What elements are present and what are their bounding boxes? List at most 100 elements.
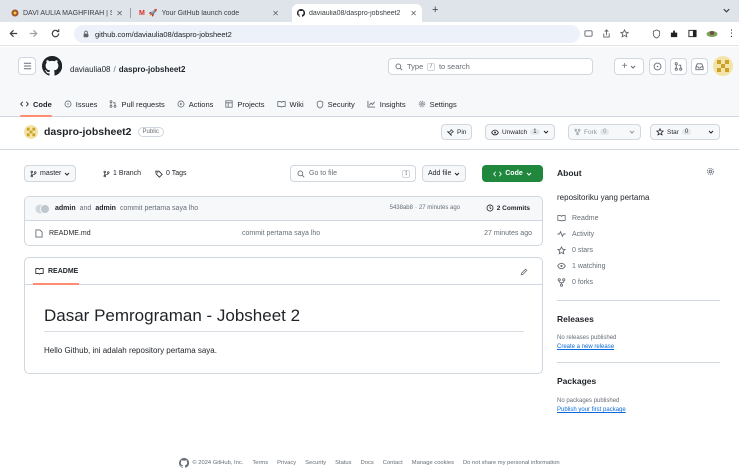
global-menu-button[interactable] [18,57,36,75]
tab-settings[interactable]: Settings [418,92,457,116]
tab-close-icon[interactable]: ✕ [116,9,123,18]
browser-menu-icon[interactable]: ⋮ [727,28,736,39]
footer-copyright: © 2024 GitHub, Inc. [179,458,243,468]
search-icon [297,170,305,178]
repo-name[interactable]: daspro-jobsheet2 [44,126,132,138]
table-row[interactable]: README.md commit pertama saya lho 27 min… [25,221,542,245]
file-commit-message[interactable]: commit pertama saya lho [242,230,320,237]
footer-link-do-not-share[interactable]: Do not share my personal information [463,460,560,466]
back-icon[interactable] [8,28,19,39]
commit-author-link[interactable]: admin [95,205,116,212]
github-logo-icon[interactable] [179,458,190,468]
sidebar-toggle-icon[interactable] [688,29,697,38]
bookmark-star-icon[interactable] [620,29,629,38]
screenshot-icon[interactable] [584,29,593,38]
caret-down-icon [543,129,549,135]
repo-owner-avatar[interactable] [24,125,38,139]
commit-message-link[interactable]: commit pertama saya lho [120,205,198,212]
page-footer: © 2024 GitHub, Inc. Terms Privacy Securi… [0,458,739,468]
about-stars-link[interactable]: 0 stars [557,242,605,258]
extensions-icon[interactable] [670,29,679,38]
code-dropdown-button[interactable]: Code [482,165,543,182]
tags-link[interactable]: 0 Tags [155,165,187,182]
tab-issues[interactable]: Issues [64,92,97,116]
table-icon [225,100,234,108]
forward-icon[interactable] [28,28,39,39]
about-forks-link[interactable]: 0 forks [557,274,605,290]
about-activity-link[interactable]: Activity [557,226,605,242]
about-watching-link[interactable]: 1 watching [557,258,605,274]
footer-link-status[interactable]: Status [335,460,351,466]
tab-projects[interactable]: Projects [225,92,265,116]
tab-label: Wiki [289,99,304,109]
tab-search-icon[interactable] [722,6,731,15]
github-logo-icon[interactable] [42,56,62,76]
fork-button[interactable]: Fork 0 [568,124,641,140]
create-release-link[interactable]: Create a new release [557,344,614,350]
visibility-badge: Public [137,127,164,137]
share-icon[interactable] [602,29,611,38]
commits-count: 2 Commits [496,204,530,212]
pin-button[interactable]: Pin [441,124,473,140]
browser-tab[interactable]: M 🚀 Your GitHub launch code ✕ [134,4,284,22]
readme-body: Hello Github, ini adalah repository pert… [44,346,217,355]
publish-package-link[interactable]: Publish your first package [557,407,626,413]
commits-history-link[interactable]: 2 Commits [486,204,530,212]
new-tab-button[interactable]: + [432,4,438,16]
caret-down-icon [454,171,460,177]
issue-icon [653,62,662,71]
reload-icon[interactable] [50,28,61,39]
readme-tab[interactable]: README [25,258,542,285]
caret-down-icon [526,171,532,177]
branches-link[interactable]: 1 Branch [103,165,141,182]
footer-link-security[interactable]: Security [305,460,326,466]
tab-code[interactable]: Code [20,92,52,117]
lock-icon [82,30,90,38]
book-icon [35,267,44,275]
footer-link-terms[interactable]: Terms [252,460,268,466]
star-button[interactable]: Star 0 [650,124,720,140]
go-to-file-input[interactable]: Go to file t [290,165,416,182]
commit-author-link[interactable]: admin [55,205,76,212]
address-bar[interactable]: github.com/daviaulia08/daspro-jobsheet2 [74,25,580,43]
add-file-button[interactable]: Add file [422,165,467,182]
global-search-input[interactable]: Type / to search [388,58,593,75]
shield-extension-icon[interactable] [652,28,661,39]
tab-close-icon[interactable]: ✕ [410,9,417,18]
commit-and: and [79,205,92,212]
create-new-button[interactable]: + [614,58,644,75]
browser-tab-active[interactable]: daviaulia08/daspro-jobsheet2 ✕ [292,4,422,22]
tab-pull-requests[interactable]: Pull requests [109,92,165,116]
profile-avatar-icon[interactable] [706,29,718,39]
gear-icon[interactable] [706,167,715,176]
tab-close-icon[interactable]: ✕ [272,9,279,18]
tab-actions[interactable]: Actions [177,92,213,116]
url-text: github.com/daviaulia08/daspro-jobsheet2 [95,29,232,39]
tab-insights[interactable]: Insights [367,92,406,116]
star-icon [557,245,566,255]
tab-wiki[interactable]: Wiki [276,92,304,116]
pencil-icon[interactable] [520,268,528,276]
breadcrumb-owner-link[interactable]: daviaulia08 [70,65,110,74]
breadcrumb-repo-link[interactable]: daspro-jobsheet2 [119,65,186,74]
footer-link-contact[interactable]: Contact [383,460,403,466]
unwatch-button[interactable]: Unwatch 1 [485,124,555,140]
footer-link-docs[interactable]: Docs [361,460,374,466]
issues-button[interactable] [649,58,666,75]
packages-heading[interactable]: Packages [557,376,596,386]
commit-hash[interactable]: 5438ab8 [390,205,413,211]
browser-tab[interactable]: DAVI AULIA MAGHFIRAH | Sp ✕ [6,4,128,22]
footer-link-privacy[interactable]: Privacy [277,460,296,466]
pull-requests-button[interactable] [670,58,687,75]
releases-heading[interactable]: Releases [557,314,594,324]
tab-security[interactable]: Security [316,92,355,116]
user-avatar[interactable] [713,56,733,76]
about-readme-link[interactable]: Readme [557,210,605,226]
footer-link-cookies[interactable]: Manage cookies [412,460,454,466]
file-name-link[interactable]: README.md [49,230,91,237]
gmail-icon: M [139,9,145,17]
inbox-button[interactable] [691,58,708,75]
issue-icon [64,100,72,108]
branch-select-button[interactable]: master [24,165,77,182]
readme-panel: README Dasar Pemrograman - Jobsheet 2 He… [24,257,543,374]
